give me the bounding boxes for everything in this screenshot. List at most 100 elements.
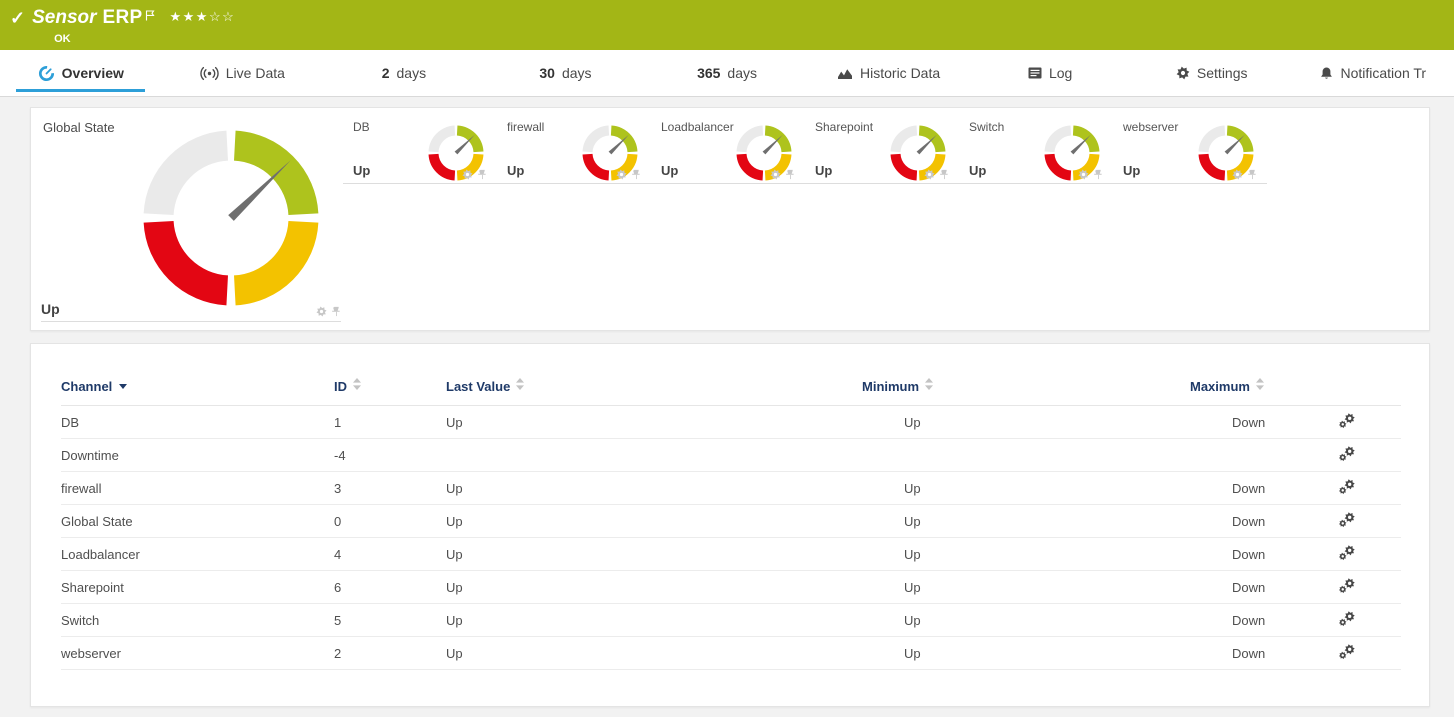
cell-last-value: Up [446,471,862,505]
column-header-id[interactable]: ID [334,370,446,406]
channel-settings-icon[interactable] [1338,544,1356,561]
tab-label: days [561,65,592,81]
pin-icon[interactable] [940,169,949,180]
pin-icon[interactable] [332,306,341,317]
gear-icon[interactable] [770,169,781,180]
channel-settings-icon[interactable] [1338,412,1356,429]
cell-channel: Global State [61,504,334,538]
tab-label: Settings [1196,65,1248,81]
gear-icon[interactable] [616,169,627,180]
cell-channel: Switch [61,603,334,637]
column-header-minimum[interactable]: Minimum [862,370,1190,406]
column-header-channel[interactable]: Channel [61,370,334,406]
broadcast-icon [200,66,219,81]
gear-icon[interactable] [1078,169,1089,180]
sort-icon [925,378,934,393]
sensor-title-block: Sensor ERP ★★★☆☆ OK [32,7,235,45]
column-label: Channel [61,378,113,394]
column-header-last-value[interactable]: Last Value [446,370,862,406]
cell-actions [1320,504,1401,538]
tab-365-days[interactable]: 365 days [646,50,808,96]
channel-settings-icon[interactable] [1338,478,1356,495]
tab-label: Live Data [225,65,285,81]
cell-channel: Downtime [61,438,334,472]
channel-settings-icon[interactable] [1338,445,1356,462]
gear-icon[interactable] [1232,169,1243,180]
table-row-sharepoint[interactable]: Sharepoint 6 Up Up Down [61,570,1401,604]
table-row-loadbalancer[interactable]: Loadbalancer 4 Up Up Down [61,537,1401,571]
pin-icon[interactable] [478,169,487,180]
channel-settings-icon[interactable] [1338,643,1356,660]
cell-channel: Sharepoint [61,570,334,604]
cell-id: 2 [334,636,446,670]
cell-actions [1320,405,1401,439]
pin-icon[interactable] [1248,169,1257,180]
table-row-downtime[interactable]: Downtime -4 [61,438,1401,472]
channel-settings-icon[interactable] [1338,610,1356,627]
pin-icon[interactable] [632,169,641,180]
cell-actions [1320,570,1401,604]
cell-minimum [862,438,1190,472]
cell-maximum: Down [1190,537,1320,571]
gear-icon [1176,66,1190,80]
table-row-global-state[interactable]: Global State 0 Up Up Down [61,504,1401,538]
table-row-firewall[interactable]: firewall 3 Up Up Down [61,471,1401,505]
channel-settings-icon[interactable] [1338,511,1356,528]
table-row-webserver[interactable]: webserver 2 Up Up Down [61,636,1401,670]
priority-stars[interactable]: ★★★☆☆ [169,6,235,28]
cell-minimum: Up [862,504,1190,538]
gauges-panel: Global State Up DB Up firewall Up Loadbalanc… [30,107,1430,331]
gauge-footer-icons [316,306,341,317]
cell-maximum [1190,438,1320,472]
tab-bar: Overview Live Data 2 days 30 days 365 days Histo… [0,50,1454,97]
cell-id: 1 [334,405,446,439]
gauge-cell-sharepoint: Sharepoint Up [805,112,959,184]
gear-icon[interactable] [316,306,327,317]
cell-actions [1320,636,1401,670]
cell-maximum: Down [1190,471,1320,505]
gauge-value: Up [353,163,371,178]
gauge-cell-db: DB Up [343,112,497,184]
table-row-switch[interactable]: Switch 5 Up Up Down [61,603,1401,637]
tab-log[interactable]: Log [969,50,1131,96]
tab-notification-tr[interactable]: Notification Tr [1293,50,1454,96]
tab-label: Overview [61,65,124,81]
sensor-status-badge: OK [54,33,71,45]
cell-id: -4 [334,438,446,472]
gauge-footer-icons [1232,169,1257,180]
cell-maximum: Down [1190,405,1320,439]
gear-icon[interactable] [924,169,935,180]
cell-maximum: Down [1190,636,1320,670]
gauge-value: Up [815,163,833,178]
tab-30-days[interactable]: 30 days [485,50,647,96]
channel-settings-icon[interactable] [1338,577,1356,594]
gauge-footer-icons [616,169,641,180]
cell-minimum: Up [862,405,1190,439]
column-label: ID [334,379,347,394]
sort-icon [516,378,525,393]
pin-icon[interactable] [1094,169,1103,180]
column-header-maximum[interactable]: Maximum [1190,370,1320,406]
column-header-actions [1320,370,1401,406]
tab-overview[interactable]: Overview [0,50,162,96]
tab-2-days[interactable]: 2 days [323,50,485,96]
tab-historic-data[interactable]: Historic Data [808,50,970,96]
cell-last-value: Up [446,636,862,670]
channels-table: Channel ID Last Value Minimum Maximum DB 1 Up U… [61,370,1401,670]
cell-actions [1320,438,1401,472]
pin-icon[interactable] [786,169,795,180]
cell-actions [1320,471,1401,505]
gear-icon[interactable] [462,169,473,180]
gauge-cell-firewall: firewall Up [497,112,651,184]
gauge-footer-icons [1078,169,1103,180]
cell-channel: webserver [61,636,334,670]
global-state-gauge [143,130,319,311]
tab-settings[interactable]: Settings [1131,50,1293,96]
cell-minimum: Up [862,603,1190,637]
column-label: Maximum [1190,379,1250,394]
flag-icon[interactable] [145,5,156,27]
status-check-icon: ✓ [10,8,26,28]
table-row-db[interactable]: DB 1 Up Up Down [61,405,1401,439]
gauge-cell-webserver: webserver Up [1113,112,1267,184]
tab-live-data[interactable]: Live Data [162,50,324,96]
